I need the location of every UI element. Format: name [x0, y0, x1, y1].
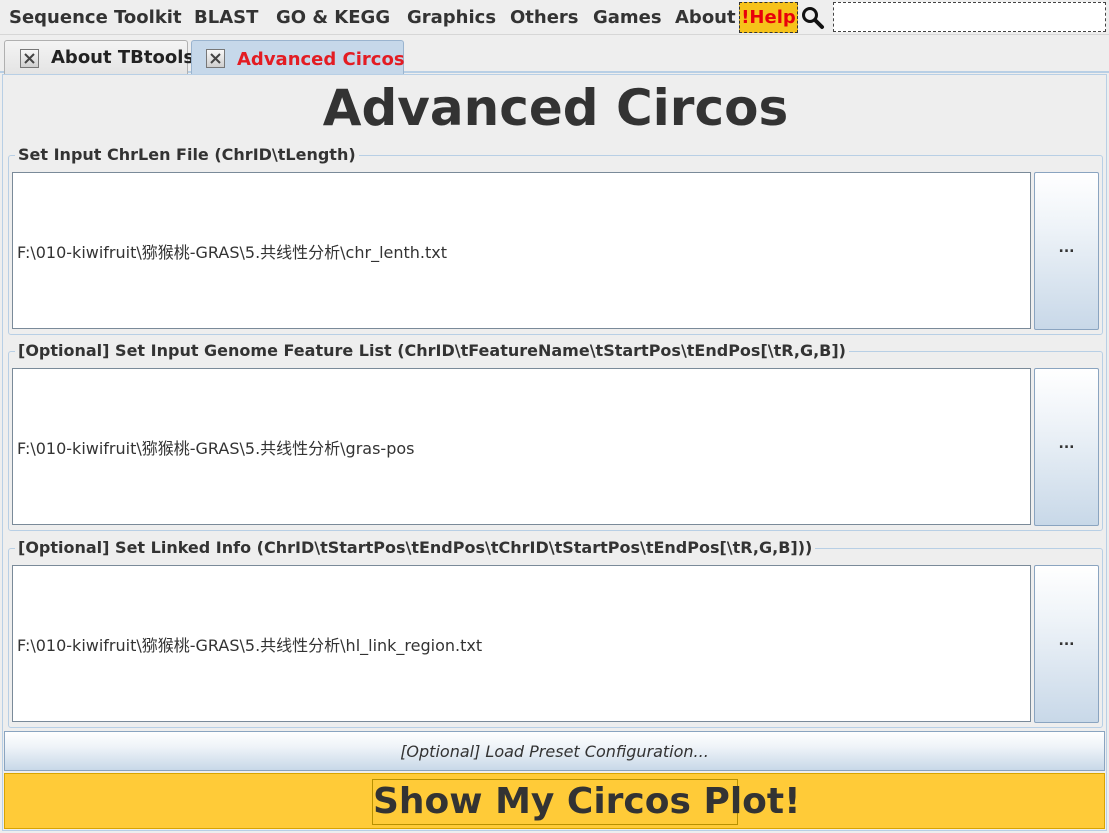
- close-icon[interactable]: [20, 49, 39, 68]
- tab-about-tbtools[interactable]: About TBtools: [4, 40, 194, 74]
- linked-info-section: [Optional] Set Linked Info (ChrID\tStart…: [8, 538, 1103, 728]
- tab-strip: About TBtools Advanced Circos: [0, 36, 1109, 76]
- menu-blast[interactable]: BLAST: [194, 0, 258, 35]
- chrlen-browse-button[interactable]: ...: [1034, 172, 1099, 330]
- tab-label: About TBtools: [51, 47, 195, 68]
- load-preset-button[interactable]: [Optional] Load Preset Configuration...: [4, 731, 1105, 771]
- menu-about[interactable]: About: [675, 0, 736, 35]
- feature-list-section: [Optional] Set Input Genome Feature List…: [8, 341, 1103, 531]
- tab-label: Advanced Circos: [237, 49, 405, 70]
- linked-info-browse-button[interactable]: ...: [1034, 565, 1099, 723]
- show-circos-plot-label: Show My Circos Plot!: [372, 779, 801, 825]
- feature-list-browse-button[interactable]: ...: [1034, 368, 1099, 526]
- chrlen-path-field[interactable]: F:\010-kiwifruit\猕猴桃-GRAS\5.共线性分析\chr_le…: [12, 172, 1031, 329]
- search-icon[interactable]: [801, 6, 825, 30]
- menu-bar: Sequence Toolkit BLAST GO & KEGG Graphic…: [0, 0, 1109, 35]
- chrlen-file-section: Set Input ChrLen File (ChrID\tLength) F:…: [8, 145, 1103, 335]
- menu-games[interactable]: Games: [593, 0, 662, 35]
- show-circos-plot-button[interactable]: Show My Circos Plot!: [4, 773, 1105, 829]
- search-input[interactable]: [833, 2, 1106, 32]
- section-legend: [Optional] Set Linked Info (ChrID\tStart…: [15, 538, 816, 557]
- linked-info-path-field[interactable]: F:\010-kiwifruit\猕猴桃-GRAS\5.共线性分析\hl_lin…: [12, 565, 1031, 722]
- menu-sequence-toolkit[interactable]: Sequence Toolkit: [9, 0, 182, 35]
- tab-advanced-circos[interactable]: Advanced Circos: [191, 40, 405, 76]
- menu-go-kegg[interactable]: GO & KEGG: [276, 0, 390, 35]
- close-icon[interactable]: [206, 49, 225, 68]
- help-button[interactable]: !Help: [739, 2, 798, 33]
- advanced-circos-panel: Advanced Circos Set Input ChrLen File (C…: [2, 74, 1107, 831]
- page-title: Advanced Circos: [322, 79, 789, 137]
- section-legend: [Optional] Set Input Genome Feature List…: [15, 341, 849, 360]
- menu-graphics[interactable]: Graphics: [407, 0, 496, 35]
- section-legend: Set Input ChrLen File (ChrID\tLength): [15, 145, 359, 164]
- menu-others[interactable]: Others: [510, 0, 579, 35]
- feature-list-path-field[interactable]: F:\010-kiwifruit\猕猴桃-GRAS\5.共线性分析\gras-p…: [12, 368, 1031, 525]
